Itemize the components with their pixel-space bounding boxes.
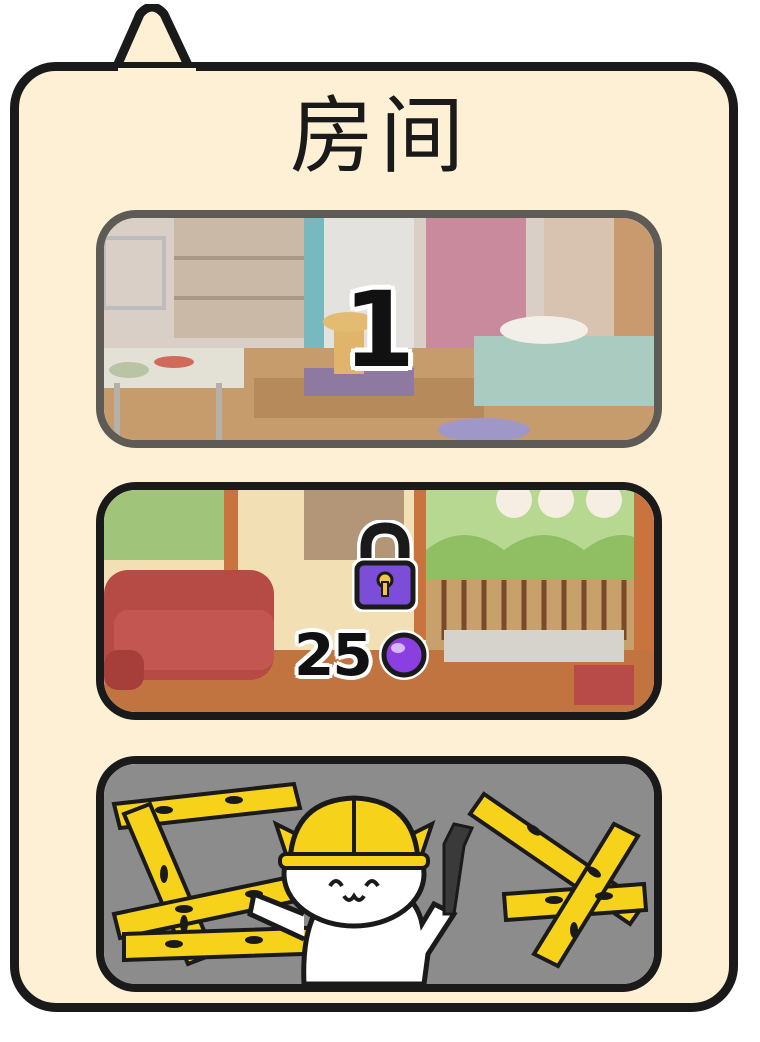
construction-scene bbox=[104, 764, 654, 984]
room-card-3[interactable] bbox=[96, 756, 662, 992]
room-card-2[interactable]: 25 bbox=[96, 482, 662, 720]
tail-joint bbox=[118, 68, 196, 84]
padlock-icon bbox=[352, 520, 418, 612]
room-number-label: 1 bbox=[342, 269, 416, 391]
room-card-1[interactable]: 1 bbox=[96, 210, 662, 448]
unlock-price: 25 bbox=[294, 620, 431, 690]
panel-title: 房间 bbox=[289, 87, 470, 185]
purple-gem-icon bbox=[378, 630, 429, 680]
price-amount: 25 bbox=[294, 621, 373, 689]
